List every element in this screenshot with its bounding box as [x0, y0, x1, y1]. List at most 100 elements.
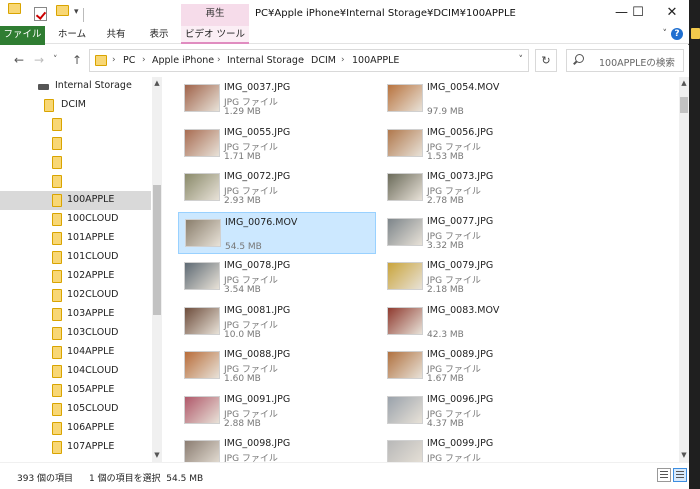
file-item[interactable]: IMG_0083.MOV 42.3 MB	[381, 301, 579, 343]
breadcrumb-separator[interactable]: ›	[301, 55, 305, 65]
large-icons-view-button[interactable]	[673, 468, 687, 482]
maximize-button[interactable]: ☐	[622, 0, 654, 26]
thumbnail-image	[184, 306, 220, 335]
up-button[interactable]: ↑	[72, 53, 82, 67]
file-item[interactable]: IMG_0076.MOV 54.5 MB	[178, 211, 376, 254]
breadcrumb-separator[interactable]: ›	[112, 55, 116, 65]
explorer-window: ▾ 再生 PC¥Apple iPhone¥Internal Storage¥DC…	[0, 0, 689, 489]
thumbnail-image	[184, 440, 220, 462]
breadcrumb-dcim[interactable]: DCIM	[311, 55, 336, 66]
breadcrumb-separator[interactable]: ›	[142, 55, 146, 65]
recent-locations-button[interactable]: ˅	[53, 55, 58, 65]
file-item[interactable]: IMG_0072.JPG JPG ファイル 2.93 MB	[178, 167, 376, 209]
tree-item-folder[interactable]: 105CLOUD	[0, 400, 151, 419]
file-item[interactable]: IMG_0055.JPG JPG ファイル 1.71 MB	[178, 123, 376, 165]
back-button[interactable]: ←	[14, 53, 24, 67]
folder-icon	[44, 99, 54, 112]
tree-item-internal-storage[interactable]: Internal Storage	[0, 77, 151, 96]
file-item[interactable]: IMG_0096.JPG JPG ファイル 4.37 MB	[381, 390, 579, 432]
tab-share[interactable]: 共有	[96, 26, 136, 44]
file-name: IMG_0054.MOV	[427, 82, 500, 93]
details-view-button[interactable]	[657, 468, 671, 482]
search-input[interactable]: 100APPLEの検索	[566, 49, 684, 72]
tree-item-folder[interactable]: 103CLOUD	[0, 324, 151, 343]
file-size: 2.18 MB	[427, 285, 464, 295]
folder-icon	[52, 194, 62, 207]
tree-item-folder[interactable]: 100CLOUD	[0, 210, 151, 229]
properties-icon[interactable]	[34, 7, 47, 21]
file-item[interactable]: IMG_0089.JPG JPG ファイル 1.67 MB	[381, 345, 579, 387]
tree-item-folder[interactable]: 102APPLE	[0, 267, 151, 286]
scroll-thumb[interactable]	[153, 185, 161, 315]
breadcrumb-pc[interactable]: PC	[123, 55, 135, 66]
tree-item-folder[interactable]	[0, 115, 151, 134]
breadcrumb-separator[interactable]: ›	[341, 55, 345, 65]
tree-item-folder[interactable]: 101CLOUD	[0, 248, 151, 267]
file-name: IMG_0037.JPG	[224, 82, 291, 93]
file-item[interactable]: IMG_0099.JPG JPG ファイル	[381, 434, 579, 462]
file-item[interactable]: IMG_0098.JPG JPG ファイル	[178, 434, 376, 462]
folder-icon	[52, 308, 62, 321]
file-item[interactable]: IMG_0073.JPG JPG ファイル 2.78 MB	[381, 167, 579, 209]
tree-item-folder[interactable]: 102CLOUD	[0, 286, 151, 305]
breadcrumb-separator[interactable]: ›	[217, 55, 221, 65]
file-item[interactable]: IMG_0088.JPG JPG ファイル 1.60 MB	[178, 345, 376, 387]
navigation-bar: ← → ˅ ↑ › PC › Apple iPhone › Internal S…	[0, 45, 689, 77]
address-bar[interactable]: › PC › Apple iPhone › Internal Storage ›…	[89, 49, 529, 72]
scroll-down-icon[interactable]: ▼	[152, 451, 162, 459]
scroll-up-icon[interactable]: ▲	[679, 79, 689, 87]
address-dropdown-icon[interactable]: ˅	[519, 55, 524, 65]
breadcrumb-apple-iphone[interactable]: Apple iPhone	[152, 55, 214, 66]
tree-item-folder[interactable]: 103APPLE	[0, 305, 151, 324]
window-title: PC¥Apple iPhone¥Internal Storage¥DCIM¥10…	[255, 8, 516, 19]
title-bar: ▾ 再生 PC¥Apple iPhone¥Internal Storage¥DC…	[0, 0, 689, 26]
tree-item-folder[interactable]	[0, 153, 151, 172]
tree-item-dcim[interactable]: DCIM	[0, 96, 151, 115]
tree-item-folder[interactable]: 104CLOUD	[0, 362, 151, 381]
tree-item-folder[interactable]: 104APPLE	[0, 343, 151, 362]
tree-item-folder[interactable]	[0, 172, 151, 191]
tree-item-folder[interactable]	[0, 134, 151, 153]
context-tab-play[interactable]: 再生	[181, 4, 249, 26]
forward-button[interactable]: →	[34, 53, 44, 67]
refresh-button[interactable]: ↻	[535, 49, 557, 72]
tab-video-tools[interactable]: ビデオ ツール	[181, 26, 249, 44]
file-item[interactable]: IMG_0078.JPG JPG ファイル 3.54 MB	[178, 256, 376, 298]
folder-icon	[52, 156, 62, 169]
scroll-thumb[interactable]	[680, 97, 688, 113]
file-item[interactable]: IMG_0037.JPG JPG ファイル 1.29 MB	[178, 78, 376, 120]
file-size: 3.32 MB	[427, 240, 464, 251]
new-folder-icon[interactable]	[56, 5, 69, 16]
scroll-up-icon[interactable]: ▲	[152, 79, 162, 87]
nav-scrollbar[interactable]: ▲ ▼	[152, 77, 162, 462]
breadcrumb-internal-storage[interactable]: Internal Storage	[227, 55, 304, 66]
file-name: IMG_0055.JPG	[224, 126, 291, 138]
close-button[interactable]: ✕	[655, 0, 689, 26]
file-item[interactable]: IMG_0077.JPG JPG ファイル 3.32 MB	[381, 212, 579, 254]
tree-item-folder[interactable]: 107APPLE	[0, 438, 151, 457]
folder-icon	[52, 232, 62, 245]
tab-view[interactable]: 表示	[139, 26, 179, 44]
file-item[interactable]: IMG_0079.JPG JPG ファイル 2.18 MB	[381, 256, 579, 298]
tree-item-label: DCIM	[61, 99, 86, 110]
scroll-down-icon[interactable]: ▼	[679, 451, 689, 459]
tree-item-label: 107APPLE	[67, 441, 115, 452]
tree-item-folder[interactable]: 101APPLE	[0, 229, 151, 248]
thumbnail-image	[184, 262, 220, 290]
file-item[interactable]: IMG_0056.JPG JPG ファイル 1.53 MB	[381, 123, 579, 165]
file-name: IMG_0089.JPG	[427, 349, 494, 360]
qa-customize-dropdown[interactable]: ▾	[74, 7, 79, 17]
file-item[interactable]: IMG_0081.JPG JPG ファイル 10.0 MB	[178, 301, 376, 343]
help-icon[interactable]: ?	[671, 28, 683, 40]
tab-home[interactable]: ホーム	[52, 26, 92, 44]
breadcrumb-100apple[interactable]: 100APPLE	[352, 55, 399, 66]
tree-item-folder[interactable]: 100APPLE	[0, 191, 151, 210]
file-item[interactable]: IMG_0054.MOV 97.9 MB	[381, 78, 579, 120]
separator	[83, 8, 84, 22]
expand-ribbon-icon[interactable]: ˅	[663, 29, 668, 39]
thumbnail-image	[387, 173, 423, 201]
content-scrollbar[interactable]: ▲ ▼	[679, 77, 689, 462]
tree-item-folder[interactable]: 106APPLE	[0, 419, 151, 438]
tree-item-folder[interactable]: 105APPLE	[0, 381, 151, 400]
file-item[interactable]: IMG_0091.JPG JPG ファイル 2.88 MB	[178, 390, 376, 432]
